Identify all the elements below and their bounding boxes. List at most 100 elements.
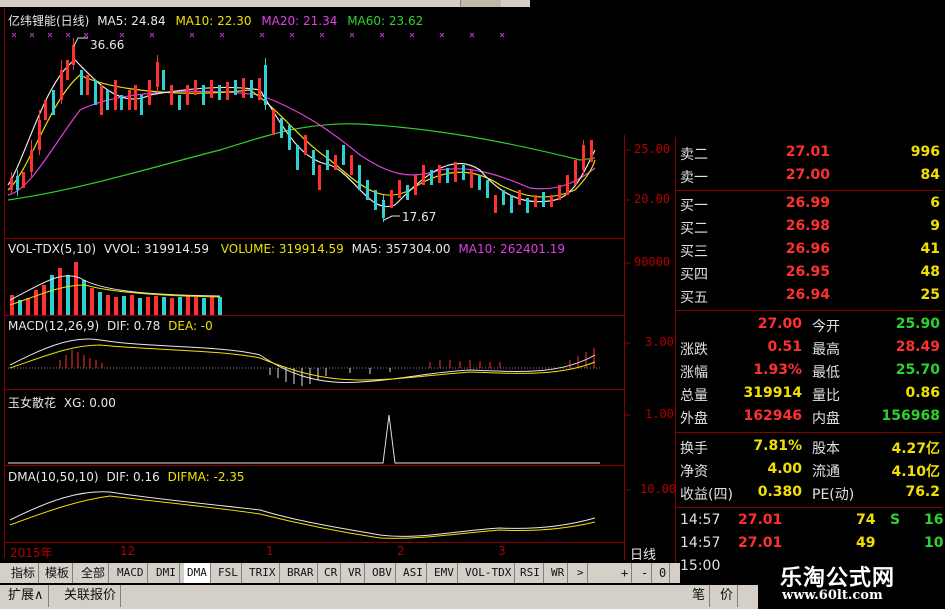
tick-direction: S	[890, 512, 901, 528]
ask-row: 卖二 27.01 996	[680, 142, 942, 164]
time-axis: 2015年 12 1 2 3	[0, 544, 625, 561]
candles	[10, 38, 593, 222]
quote-row: 外盘 162946 内盘 156968	[680, 406, 942, 428]
zoom-reset-button[interactable]: 0	[656, 563, 671, 583]
quote-label: 外盘	[680, 411, 708, 427]
dma-header: DMA(10,50,10) DIF: 0.16 DIFMA: -2.35	[8, 470, 245, 484]
toolbar-tab-vol-tdx[interactable]: VOL-TDX	[462, 563, 516, 583]
ask-label: 卖一	[680, 170, 708, 186]
quote-row: 27.00 今开 25.90	[680, 314, 942, 336]
bid-price: 26.94	[785, 287, 830, 303]
ask-label: 卖二	[680, 147, 708, 163]
quote-label: 内盘	[812, 411, 840, 427]
quote-value: 27.00	[757, 316, 802, 332]
quote-label: 今开	[812, 319, 840, 335]
price-axis-label-top: 25.00	[634, 142, 671, 156]
tick-row: 14:57 27.01 49 10	[680, 533, 943, 555]
high-price-label: 36.66	[90, 38, 125, 52]
toolbar-tab-trix[interactable]: TRIX	[246, 563, 280, 583]
period-label[interactable]: 日线	[630, 544, 656, 563]
bid-label: 买二	[680, 221, 708, 237]
quote-value: 0.380	[757, 484, 802, 500]
ask-volume: 996	[910, 144, 940, 160]
xg-axis-label: 1.00	[645, 407, 674, 421]
quote-value: 28.49	[895, 339, 940, 355]
bid-label: 买三	[680, 244, 708, 260]
toolbar-tab-dma[interactable]: DMA	[184, 563, 211, 583]
tick-price: 27.01	[738, 512, 783, 528]
toolbar-tab-obv[interactable]: OBV	[369, 563, 396, 583]
zoom-out-button[interactable]: -	[638, 563, 653, 583]
macd-dea-label: DEA: -0	[168, 319, 213, 333]
quote-label: 总量	[680, 388, 708, 404]
toolbar-tab-dmi[interactable]: DMI	[153, 563, 180, 583]
dma-dif-label: DIF: 0.16	[106, 470, 160, 484]
quote-row: 换手 7.81% 股本 4.27亿	[680, 436, 942, 458]
volume-axis-label: 90000	[634, 255, 671, 269]
signal-markers	[11, 32, 505, 38]
quote-value: 4.00	[767, 461, 802, 477]
quote-label: 量比	[812, 388, 840, 404]
quote-row: 收益(四) 0.380 PE(动) 76.2	[680, 482, 942, 504]
quote-label: 净资	[680, 464, 708, 480]
xg-line	[8, 414, 600, 464]
xg-header: 玉女散花 XG: 0.00	[8, 394, 116, 411]
volume-header: VOL-TDX(5,10) VVOL: 319914.59 VOLUME: 31…	[8, 242, 565, 256]
toolbar-tab-asi[interactable]: ASI	[400, 563, 427, 583]
toolbar-tab-macd[interactable]: MACD	[114, 563, 148, 583]
quote-value: 4.27亿	[891, 441, 940, 457]
toolbar-tab-emv[interactable]: EMV	[431, 563, 458, 583]
toolbar-tab-brar[interactable]: BRAR	[284, 563, 318, 583]
ticks-divider	[676, 507, 942, 508]
quote-value: 25.90	[895, 316, 940, 332]
tick-count: 16	[924, 512, 944, 528]
volume-bars	[10, 262, 222, 315]
ticks-tab[interactable]: 笔	[688, 585, 711, 607]
quote-label: 股本	[812, 441, 840, 457]
bid-row: 买四 26.95 48	[680, 262, 942, 284]
low-marker-line	[383, 215, 400, 221]
bid-volume: 41	[920, 241, 940, 257]
quote-label: 最低	[812, 365, 840, 381]
toolbar-tab-cr[interactable]: CR	[321, 563, 342, 583]
price-tab[interactable]: 价	[716, 585, 739, 607]
related-quotes-tab[interactable]: 关联报价	[60, 585, 122, 607]
xg-indicator-label: 玉女散花	[8, 396, 57, 410]
ask-price: 27.00	[785, 167, 830, 183]
toolbar-tab-all[interactable]: 全部	[78, 563, 110, 583]
toolbar-more-button[interactable]: >	[574, 563, 588, 583]
quote-value: 156968	[881, 408, 940, 424]
toolbar-tab-vr[interactable]: VR	[345, 563, 366, 583]
ask-volume: 84	[920, 167, 940, 183]
quote-row: 总量 319914 量比 0.86	[680, 383, 942, 405]
toolbar-tab-wr[interactable]: WR	[548, 563, 569, 583]
order-book-divider	[676, 190, 942, 191]
quote-label: 换手	[680, 441, 708, 457]
ask-row: 卖一 27.00 84	[680, 165, 942, 187]
bid-volume: 25	[920, 287, 940, 303]
toolbar-tab-rsi[interactable]: RSI	[517, 563, 544, 583]
bid-volume: 9	[930, 218, 940, 234]
toolbar-tab-indicator[interactable]: 指标	[8, 563, 40, 583]
expand-tab[interactable]: 扩展∧	[4, 585, 49, 607]
dma-indicator-label: DMA(10,50,10)	[8, 470, 99, 484]
time-label-3: 3	[498, 544, 506, 558]
quote-label: 流通	[812, 464, 840, 480]
watermark-url: www.60lt.com	[782, 588, 883, 603]
bid-price: 26.98	[785, 218, 830, 234]
bid-row: 买五 26.94 25	[680, 285, 942, 307]
ask-price: 27.01	[785, 144, 830, 160]
macd-dif-line	[9, 338, 596, 383]
tick-volume: 49	[856, 535, 876, 551]
time-label-2015: 2015年	[10, 546, 53, 560]
quote-value: 0.86	[905, 385, 940, 401]
quote-value: 319914	[743, 385, 802, 401]
tick-row: 14:57 27.01 74 S 16	[680, 510, 944, 532]
macd-axis-label: 3.00	[645, 335, 674, 349]
toolbar-tab-template[interactable]: 模板	[42, 563, 74, 583]
zoom-in-button[interactable]: +	[618, 563, 633, 583]
bid-label: 买四	[680, 267, 708, 283]
dma-difma-label: DIFMA: -2.35	[167, 470, 245, 484]
bid-row: 买二 26.98 9	[680, 216, 942, 238]
toolbar-tab-fsl[interactable]: FSL	[215, 563, 242, 583]
